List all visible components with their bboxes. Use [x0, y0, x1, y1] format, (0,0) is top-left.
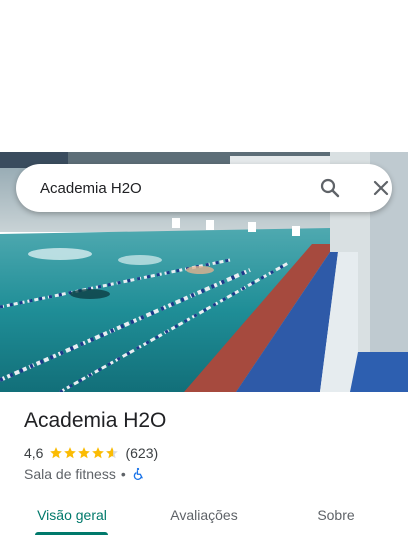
rating-row[interactable]: 4,6 (623) [24, 444, 158, 462]
place-tabs: Visão geral Avaliações Sobre [0, 496, 408, 544]
tab-reviews[interactable]: Avaliações [156, 496, 252, 534]
category-row: Sala de fitness • [24, 465, 145, 483]
place-category: Sala de fitness [24, 466, 116, 482]
active-tab-indicator [35, 532, 108, 535]
rating-value: 4,6 [24, 445, 44, 461]
star-half-icon [106, 447, 119, 459]
search-icon[interactable] [318, 176, 342, 200]
star-full-icon [78, 447, 91, 459]
star-rating [49, 446, 119, 460]
wheelchair-icon [133, 467, 143, 481]
place-panel: Academia H2O Academia H2O 4,6 (623) Sala [0, 0, 408, 544]
star-full-icon [50, 447, 63, 459]
tab-about[interactable]: Sobre [296, 496, 376, 534]
star-full-icon [92, 447, 105, 459]
review-count[interactable]: (623) [125, 445, 158, 461]
tab-overview[interactable]: Visão geral [24, 496, 120, 534]
close-icon[interactable] [369, 176, 393, 200]
separator-dot: • [120, 466, 126, 482]
star-full-icon [64, 447, 77, 459]
place-title: Academia H2O [24, 409, 167, 432]
search-bar[interactable]: Academia H2O [16, 164, 392, 212]
